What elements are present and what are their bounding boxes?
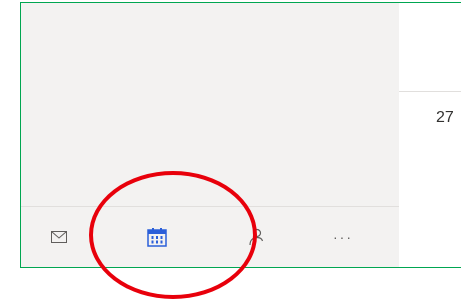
people-icon	[249, 228, 264, 246]
more-button[interactable]: ···	[323, 217, 363, 257]
module-switcher-bar: ···	[21, 206, 399, 267]
calendar-icon	[147, 228, 167, 247]
navigation-pane: ···	[21, 3, 399, 267]
more-icon: ···	[333, 229, 353, 245]
calendar-pane: 27	[399, 3, 461, 267]
calendar-button[interactable]	[137, 217, 177, 257]
app-window: ··· 27	[20, 2, 461, 268]
day-number[interactable]: 27	[436, 109, 454, 127]
mail-button[interactable]	[39, 217, 79, 257]
people-button[interactable]	[235, 217, 275, 257]
calendar-header-divider	[399, 91, 461, 92]
mail-icon	[51, 231, 67, 243]
